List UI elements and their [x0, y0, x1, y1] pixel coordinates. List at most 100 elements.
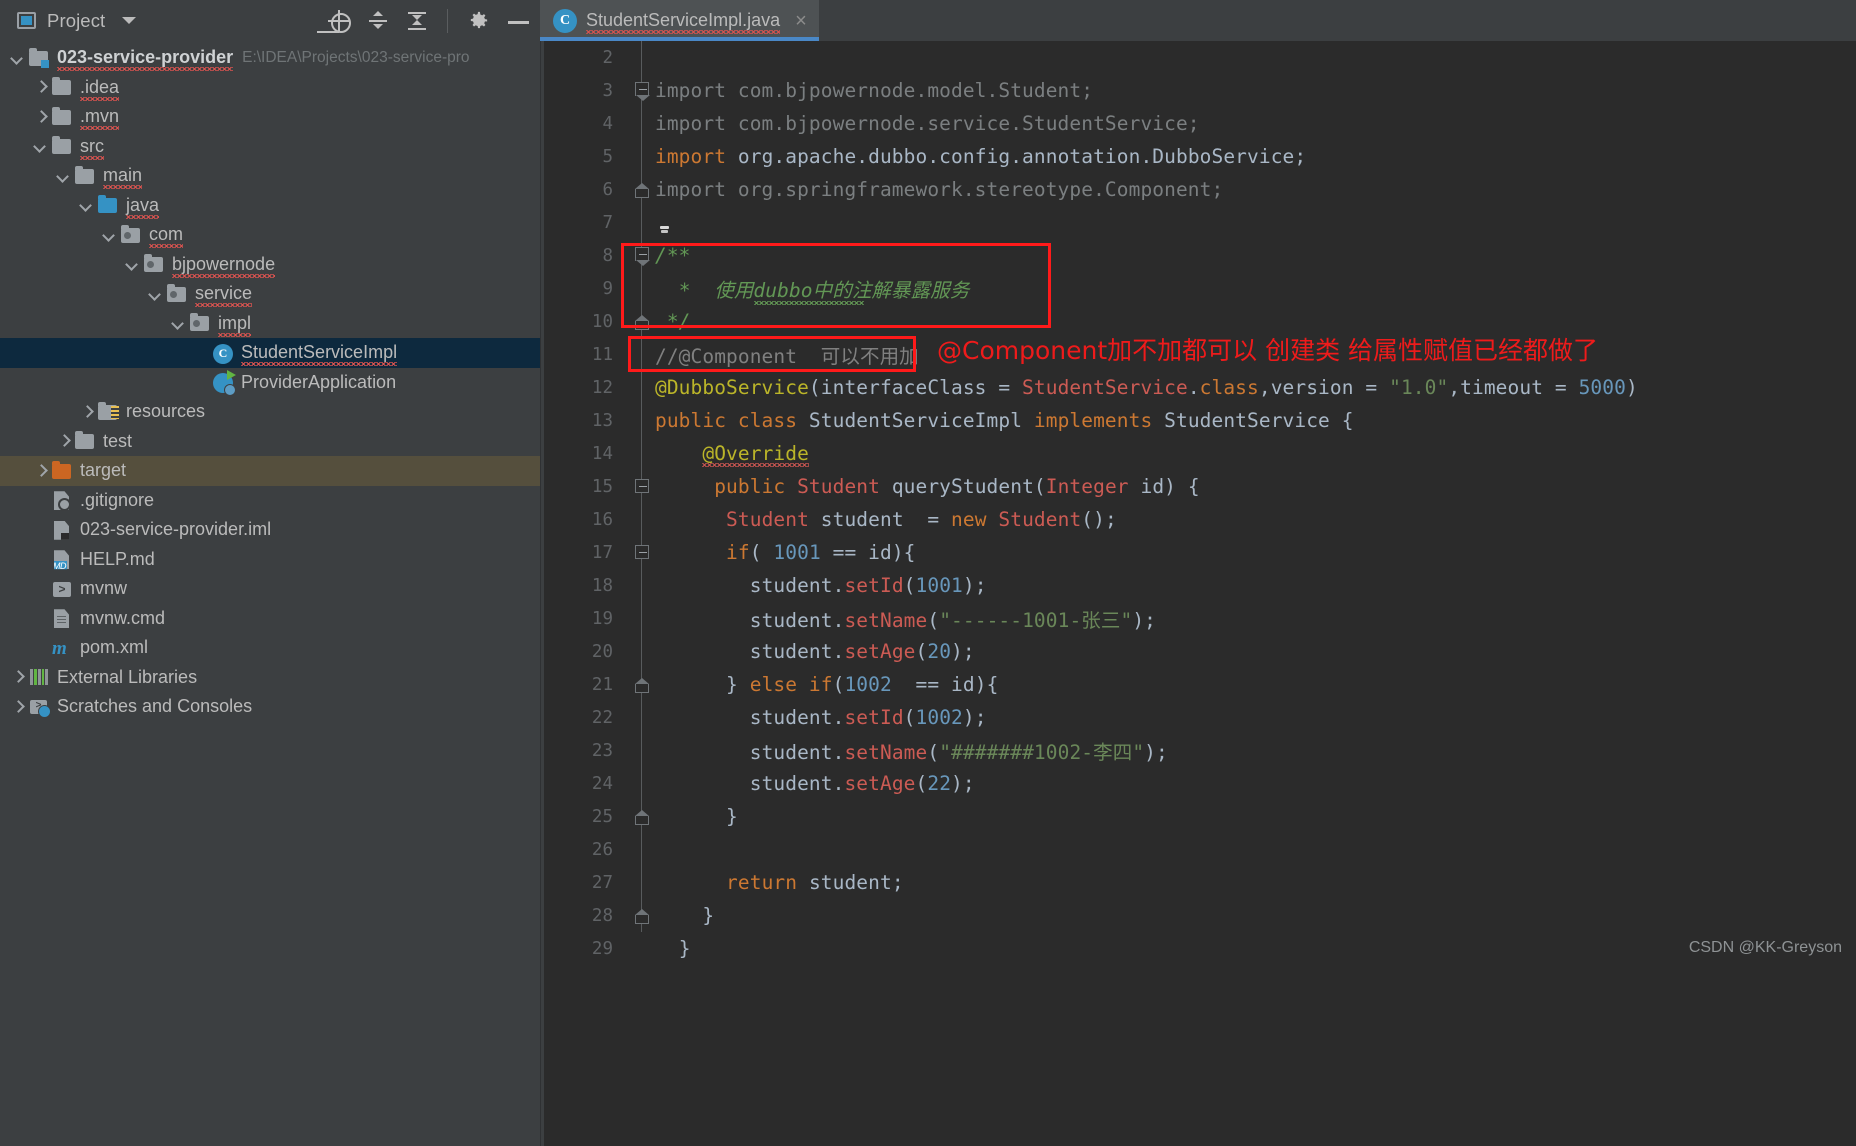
close-icon[interactable]: × [795, 11, 807, 31]
settings-gear-icon[interactable] [467, 9, 490, 32]
intention-bulb-icon[interactable] [656, 210, 674, 234]
tree-row-studentserviceimpl[interactable]: C StudentServiceImpl [0, 338, 540, 368]
chevron-right-icon[interactable] [33, 110, 47, 124]
chevron-down-icon[interactable] [56, 169, 70, 183]
tree-row-mvnw-cmd[interactable]: mvnw.cmd [0, 604, 540, 634]
code-text: student.setName("------1001-张三"); [749, 609, 1157, 632]
fold-column[interactable] [629, 569, 655, 602]
fold-marker[interactable] [635, 479, 649, 493]
project-panel-header: Project [0, 0, 540, 41]
fold-column[interactable] [629, 107, 655, 140]
fold-column[interactable] [629, 371, 655, 404]
tree-row-com[interactable]: com [0, 220, 540, 250]
fold-column[interactable] [629, 833, 655, 866]
fold-marker[interactable] [635, 247, 650, 266]
fold-marker-end[interactable] [635, 810, 649, 825]
folder-icon [52, 106, 72, 126]
tree-row-mvn[interactable]: .mvn [0, 102, 540, 132]
tree-row-pom-xml[interactable]: m pom.xml [0, 633, 540, 663]
spellcheck-squiggle [126, 214, 160, 219]
chevron-right-icon[interactable] [33, 80, 47, 94]
tree-label: 023-service-provider [57, 47, 234, 72]
fold-marker-end[interactable] [635, 678, 649, 693]
fold-column[interactable] [629, 140, 655, 173]
fold-marker-end[interactable] [635, 315, 649, 330]
tree-row-java[interactable]: java [0, 191, 540, 221]
tree-row-resources[interactable]: resources [0, 397, 540, 427]
tree-row-help-md[interactable]: HELP.md [0, 545, 540, 575]
fold-column[interactable] [629, 701, 655, 734]
fold-column[interactable] [629, 239, 655, 272]
spellcheck-squiggle [586, 30, 781, 34]
fold-column[interactable] [629, 41, 655, 74]
tree-row-target[interactable]: target [0, 456, 540, 486]
fold-column[interactable] [629, 932, 655, 965]
fold-column[interactable] [629, 206, 655, 239]
fold-column[interactable] [629, 536, 655, 569]
chevron-right-icon[interactable] [10, 670, 24, 684]
chevron-right-icon[interactable] [33, 464, 47, 478]
tree-row-gitignore[interactable]: .gitignore [0, 486, 540, 516]
fold-marker-end[interactable] [635, 183, 649, 198]
chevron-down-icon[interactable] [102, 228, 116, 242]
fold-column[interactable] [629, 602, 655, 635]
fold-column[interactable] [629, 272, 655, 305]
tree-row-023-service-provider-iml[interactable]: 023-service-provider.iml [0, 515, 540, 545]
fold-column[interactable] [629, 305, 655, 338]
spellcheck-squiggle [80, 126, 120, 131]
chevron-down-icon[interactable] [79, 198, 93, 212]
project-path: E:\IDEA\Projects\023-service-pro [242, 48, 470, 66]
fold-column[interactable] [629, 668, 655, 701]
code-editor[interactable]: 2 3 import com.bjpowernode.model.Student… [544, 41, 1856, 1146]
chevron-right-icon[interactable] [10, 700, 24, 714]
project-tree[interactable]: 023-service-provider E:\IDEA\Projects\02… [0, 41, 540, 1146]
chevron-right-icon[interactable] [56, 434, 70, 448]
tree-row-test[interactable]: test [0, 427, 540, 457]
fold-column[interactable] [629, 470, 655, 503]
fold-column[interactable] [629, 800, 655, 833]
fold-column[interactable] [629, 74, 655, 107]
tree-row-external-libraries[interactable]: External Libraries [0, 663, 540, 693]
fold-column[interactable] [629, 734, 655, 767]
tree-row-bjpowernode[interactable]: bjpowernode [0, 250, 540, 280]
fold-column[interactable] [629, 635, 655, 668]
tree-row-idea[interactable]: .idea [0, 73, 540, 103]
minimize-icon[interactable] [507, 10, 529, 32]
tree-label-text: Scratches and Consoles [57, 696, 253, 717]
tree-row-scratches-and-consoles[interactable]: > Scratches and Consoles [0, 692, 540, 722]
tree-row-root[interactable]: 023-service-provider E:\IDEA\Projects\02… [0, 43, 540, 73]
spellcheck-squiggle [172, 273, 276, 278]
line-number: 13 [591, 410, 613, 431]
tree-row-service[interactable]: service [0, 279, 540, 309]
chevron-right-icon[interactable] [79, 405, 93, 419]
tree-row-main[interactable]: main [0, 161, 540, 191]
fold-column[interactable] [629, 866, 655, 899]
fold-column[interactable] [629, 338, 655, 371]
chevron-down-icon[interactable] [122, 17, 137, 24]
fold-column[interactable] [629, 899, 655, 932]
fold-marker[interactable] [635, 545, 649, 559]
tree-row-providerapplication[interactable]: ProviderApplication [0, 368, 540, 398]
tree-label-text: .idea [80, 76, 120, 97]
fold-marker-end[interactable] [635, 909, 649, 924]
chevron-down-icon[interactable] [125, 257, 139, 271]
tab-student-service-impl[interactable]: C StudentServiceImpl.java × [540, 0, 819, 41]
chevron-down-icon[interactable] [148, 287, 162, 301]
project-view-selector[interactable]: Project [17, 10, 137, 32]
chevron-down-icon[interactable] [33, 139, 47, 153]
collapse-all-icon[interactable] [406, 10, 428, 32]
chevron-down-icon[interactable] [171, 316, 185, 330]
tree-row-impl[interactable]: impl [0, 309, 540, 339]
expand-all-icon[interactable] [367, 10, 389, 32]
fold-marker[interactable] [635, 82, 650, 101]
fold-column[interactable] [629, 767, 655, 800]
chevron-down-icon[interactable] [10, 51, 24, 65]
tree-row-mvnw[interactable]: > mvnw [0, 574, 540, 604]
fold-column[interactable] [629, 437, 655, 470]
tree-row-src[interactable]: src [0, 132, 540, 162]
fold-column[interactable] [629, 404, 655, 437]
fold-column[interactable] [629, 503, 655, 536]
locate-icon[interactable] [328, 9, 351, 33]
fold-column[interactable] [629, 173, 655, 206]
